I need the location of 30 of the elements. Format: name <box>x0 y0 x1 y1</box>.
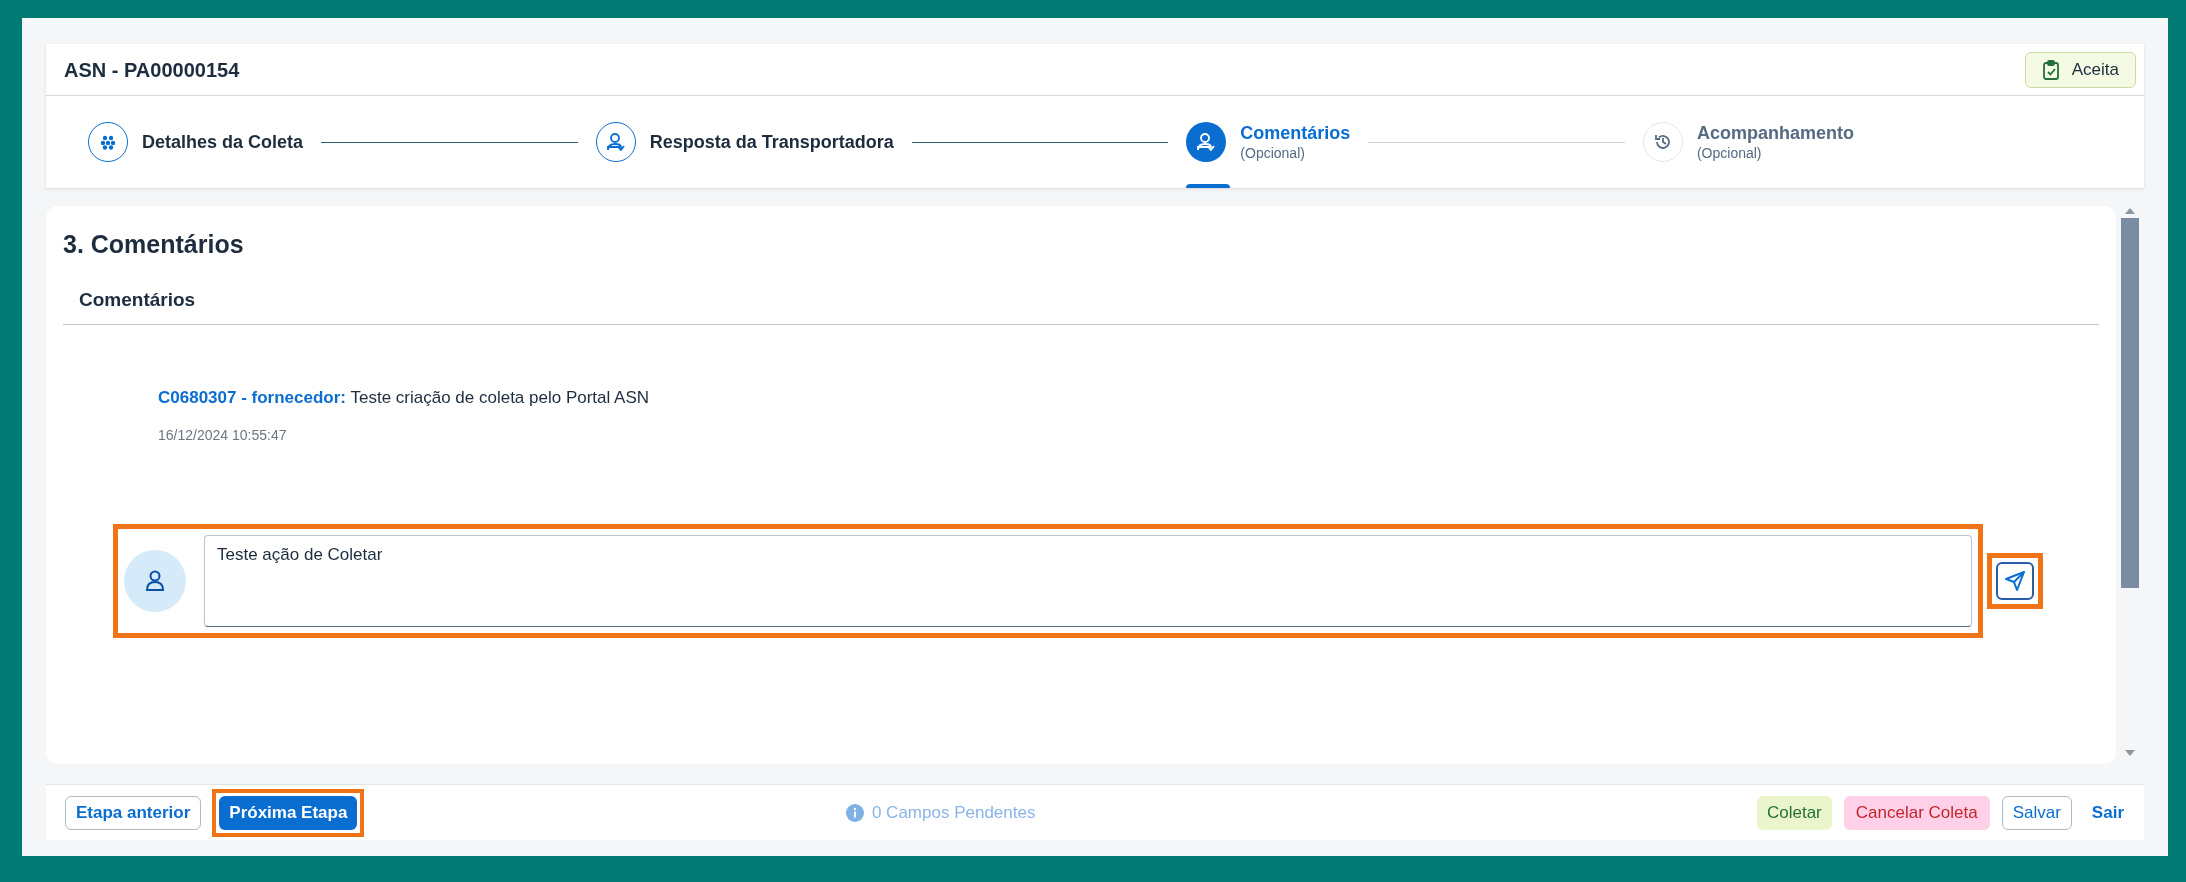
scrollbar-thumb[interactable] <box>2121 218 2139 588</box>
cancel-button[interactable]: Cancelar Coleta <box>1843 795 1990 830</box>
step-tab[interactable]: Acompanhamento (Opcional) <box>1642 96 1854 188</box>
next-step-button[interactable]: Próxima Etapa <box>219 795 358 830</box>
scroll-up-icon[interactable] <box>2125 208 2135 214</box>
pending-fields-text: 0 Campos Pendentes <box>871 801 1036 824</box>
clipboard-check-icon <box>2041 59 2060 80</box>
step-tab[interactable]: Resposta da Transportadora <box>595 96 894 188</box>
page-title: ASN - PA00000154 <box>64 57 240 83</box>
step-tab[interactable]: Detalhes da Coleta <box>88 96 304 188</box>
previous-step-button[interactable]: Etapa anterior <box>65 795 202 830</box>
info-icon <box>845 803 864 822</box>
comment-input-field[interactable]: Teste ação de Coletar <box>204 534 1972 627</box>
comment-text: C0680307 - fornecedor: Teste criação de coleta pelo Portal ASN <box>158 387 651 409</box>
collect-button[interactable]: Coletar <box>1756 795 1832 830</box>
send-button[interactable] <box>1996 561 2034 600</box>
exit-link[interactable]: Sair <box>2083 795 2132 830</box>
user-check-icon <box>595 122 636 162</box>
status-label: Aceita <box>2071 58 2119 81</box>
user-icon <box>145 569 165 592</box>
dots-cluster-icon <box>88 122 128 162</box>
send-icon <box>2004 569 2026 592</box>
user-check-icon <box>1186 122 1227 162</box>
history-icon <box>1642 122 1683 162</box>
section-title: 3. Comentários <box>63 229 245 260</box>
step-tab[interactable]: Comentários (Opcional) <box>1186 96 1351 188</box>
save-button[interactable]: Salvar <box>2001 795 2072 830</box>
comment-timestamp: 16/12/2024 10:55:47 <box>158 425 288 445</box>
subsection-title: Comentários <box>79 288 196 310</box>
scroll-down-icon[interactable] <box>2125 750 2135 756</box>
